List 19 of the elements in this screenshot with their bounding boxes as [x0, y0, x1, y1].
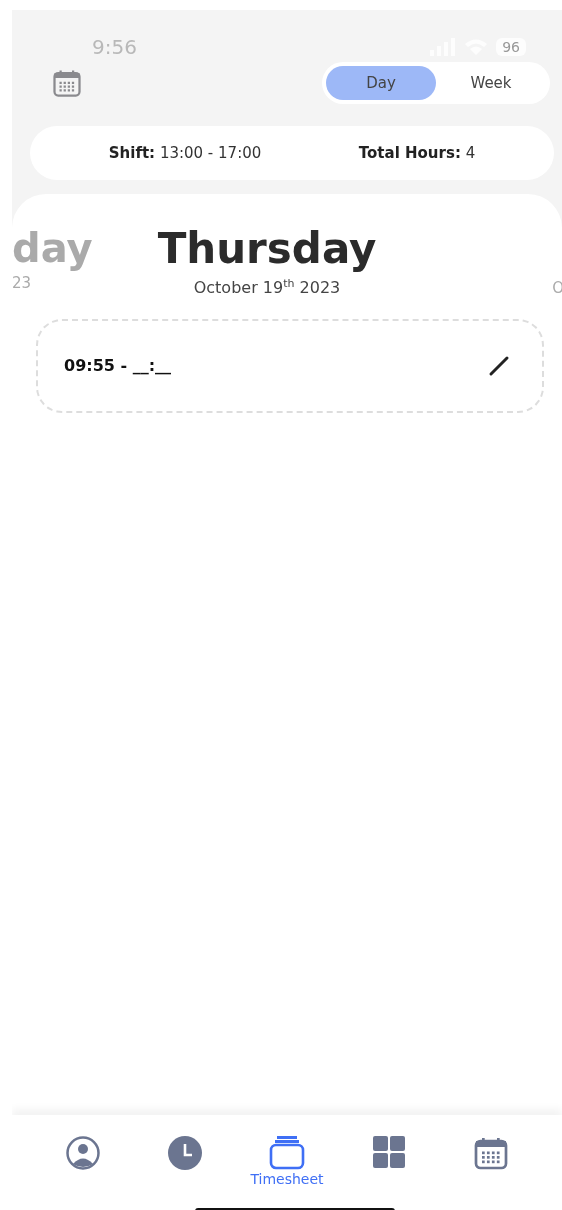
edit-icon[interactable]	[488, 354, 510, 377]
stack-icon[interactable]	[269, 1135, 305, 1171]
summary-text: Total Hours: 4	[358, 144, 476, 162]
summary-text: Shift: 13:00 - 17:00	[108, 144, 262, 162]
calendar-icon[interactable]	[473, 1135, 509, 1171]
previous-date: 23	[12, 274, 32, 292]
view-tab[interactable]: Day	[326, 66, 436, 100]
day-date: October 19$^{th}$ 2023	[193, 276, 341, 297]
battery-icon: 96	[496, 38, 526, 56]
clock-icon[interactable]	[167, 1135, 203, 1171]
time-entry[interactable]: 09:55 - __:__	[36, 318, 544, 413]
grid-icon[interactable]	[372, 1135, 406, 1169]
profile-icon[interactable]	[65, 1135, 101, 1171]
nav-label[interactable]: Timesheet	[250, 1171, 324, 1187]
entry-time: 09:55 - __:__	[64, 356, 172, 376]
day-title: Thursday	[157, 223, 377, 275]
calendar-icon[interactable]	[52, 68, 82, 98]
view-tab[interactable]: Week	[436, 66, 546, 100]
status-time: 9:56	[92, 35, 137, 59]
